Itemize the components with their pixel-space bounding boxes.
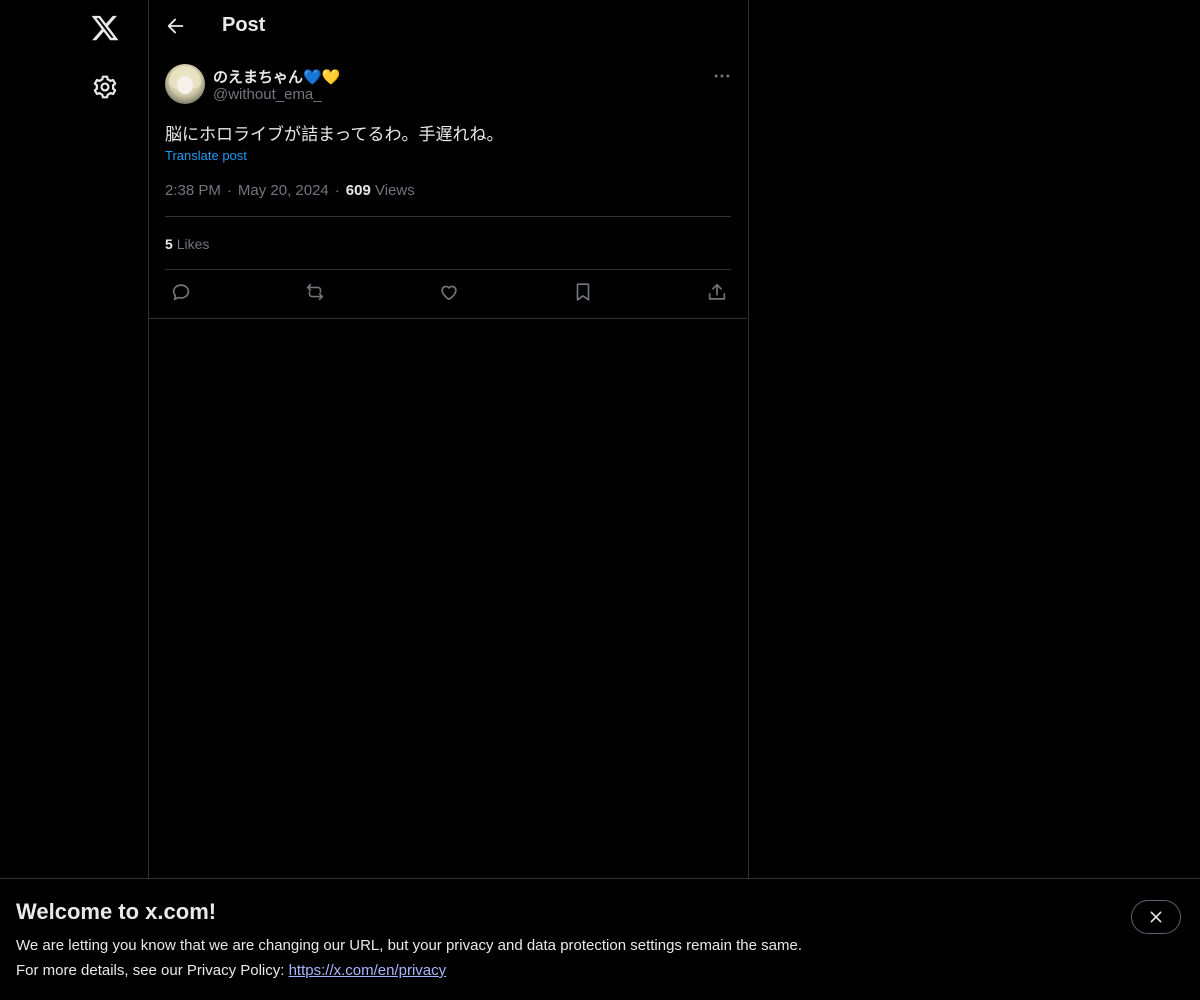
likes-label: Likes <box>176 236 210 252</box>
banner-details: For more details, see our Privacy Policy… <box>16 962 446 979</box>
views-label: Views <box>374 182 415 199</box>
share-icon[interactable] <box>706 281 728 303</box>
close-banner-button[interactable] <box>1131 900 1181 934</box>
avatar[interactable] <box>165 64 205 104</box>
back-arrow-icon[interactable] <box>165 15 187 37</box>
post-date[interactable]: May 20, 2024 <box>238 182 329 199</box>
post: のえまちゃん💙💛 @without_ema_ 脳にホロライブが詰まってるわ。手遅… <box>149 54 747 319</box>
likes-stat[interactable]: 5 Likes <box>165 236 209 252</box>
repost-icon[interactable] <box>304 281 326 303</box>
privacy-policy-link[interactable]: https://x.com/en/privacy <box>289 962 447 979</box>
bookmark-icon[interactable] <box>572 281 594 303</box>
meta-separator: · <box>334 182 340 199</box>
close-icon <box>1150 911 1162 923</box>
banner-title: Welcome to x.com! <box>16 899 217 924</box>
url-change-banner: Welcome to x.com! We are letting you kno… <box>0 878 1200 1000</box>
banner-details-text: For more details, see our Privacy Policy… <box>16 962 289 979</box>
gear-icon[interactable] <box>92 74 118 100</box>
likes-count: 5 <box>165 236 173 252</box>
meta-separator: · <box>226 182 232 199</box>
author-handle[interactable]: @without_ema_ <box>213 86 322 103</box>
author-display-name[interactable]: のえまちゃん💙💛 <box>213 66 340 87</box>
post-text: 脳にホロライブが詰まってるわ。手遅れね。 <box>165 125 504 144</box>
avatar-face <box>177 76 193 94</box>
divider <box>165 216 731 217</box>
reply-icon[interactable] <box>170 281 192 303</box>
main-column: Post のえまちゃん💙💛 @without_ema_ 脳にホロライブが詰まって… <box>149 0 749 1000</box>
views-count: 609 <box>345 182 371 199</box>
post-meta: 2:38 PM · May 20, 2024 · 609 Views <box>165 182 415 199</box>
page-header: Post <box>149 0 747 54</box>
banner-message: We are letting you know that we are chan… <box>16 937 802 954</box>
post-time[interactable]: 2:38 PM <box>165 182 221 199</box>
left-nav <box>0 0 149 1000</box>
x-logo-icon[interactable] <box>90 13 120 43</box>
more-icon[interactable] <box>712 66 732 86</box>
translate-post-link[interactable]: Translate post <box>165 148 247 163</box>
page-title: Post <box>222 14 266 36</box>
divider <box>165 269 731 270</box>
heart-icon[interactable] <box>438 281 460 303</box>
